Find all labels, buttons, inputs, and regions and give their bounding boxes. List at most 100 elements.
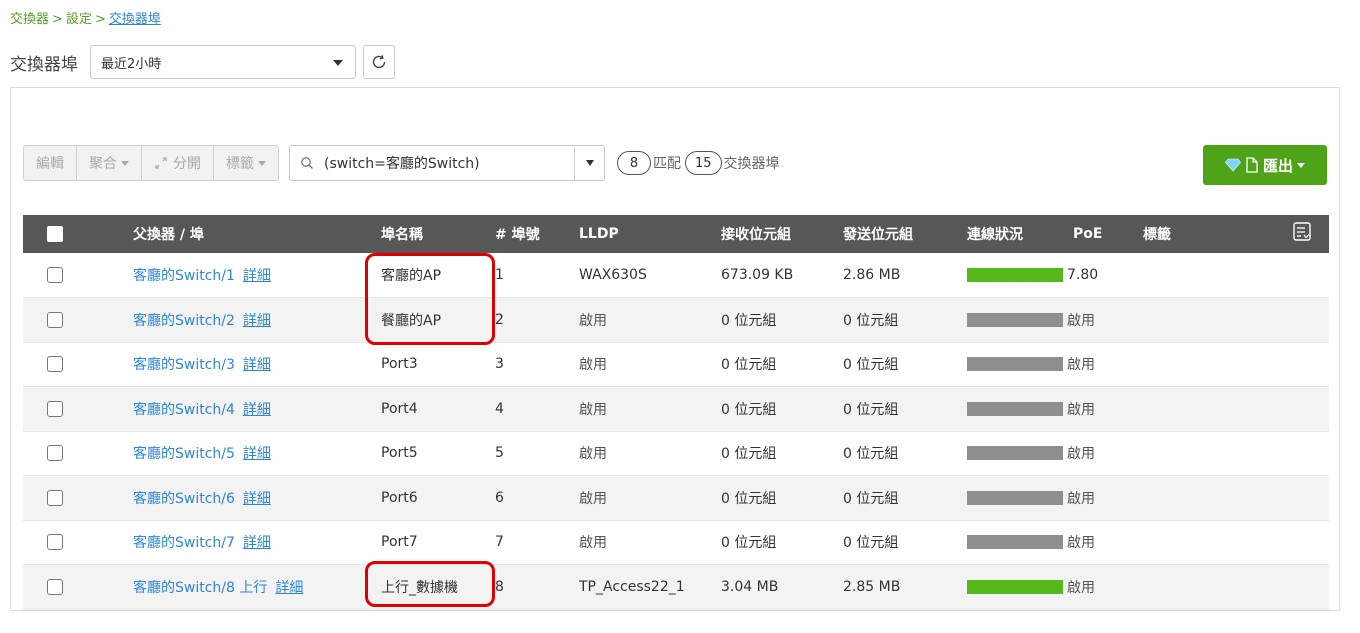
time-range-select[interactable]: 最近2小時 xyxy=(90,45,356,79)
detail-link[interactable]: 詳細 xyxy=(243,357,271,373)
settings-cell xyxy=(1293,298,1329,343)
lldp-cell: 啟用 xyxy=(579,490,607,507)
header-lldp[interactable]: LLDP xyxy=(579,215,721,253)
detail-link[interactable]: 詳細 xyxy=(243,535,271,551)
row-checkbox[interactable] xyxy=(47,311,63,328)
search-input[interactable]: (switch=客廳的Switch) xyxy=(289,145,605,181)
table-row[interactable]: 客廳的Switch/7 詳細 Port7 7 啟用 0 位元組 0 位元組 啟用 xyxy=(23,520,1329,565)
tags-cell xyxy=(1143,431,1293,476)
header-port-name[interactable]: 埠名稱 xyxy=(381,215,495,253)
aggregate-button[interactable]: 聚合 xyxy=(77,146,142,180)
detail-link[interactable]: 詳細 xyxy=(243,268,271,284)
row-checkbox[interactable] xyxy=(47,578,63,595)
rx-bytes-cell: 673.09 KB xyxy=(721,267,794,283)
tx-bytes-cell: 0 位元組 xyxy=(843,312,899,329)
table-row[interactable]: 客廳的Switch/3 詳細 Port3 3 啟用 0 位元組 0 位元組 啟用 xyxy=(23,342,1329,387)
switch-port-link[interactable]: 客廳的Switch/6 xyxy=(133,491,235,507)
rx-bytes-cell: 0 位元組 xyxy=(721,401,777,418)
table-row[interactable]: 客廳的Switch/4 詳細 Port4 4 啟用 0 位元組 0 位元組 啟用 xyxy=(23,386,1329,431)
detail-link[interactable]: 詳細 xyxy=(243,491,271,507)
link-status-bar xyxy=(967,490,1063,505)
switch-port-link[interactable]: 客廳的Switch/8 上行 xyxy=(133,580,267,596)
header-rx-bytes[interactable]: 接收位元組 xyxy=(721,215,843,253)
export-button[interactable]: 匯出 xyxy=(1203,145,1327,185)
tags-cell xyxy=(1143,253,1293,298)
port-name-cell: Port5 xyxy=(381,445,418,462)
link-poe-cell: 啟用 xyxy=(967,476,1143,521)
row-select-cell xyxy=(23,476,133,521)
column-list-icon[interactable] xyxy=(1293,222,1311,242)
port-number-cell: 7 xyxy=(495,534,504,551)
breadcrumb-current[interactable]: 交換器埠 xyxy=(109,12,161,27)
breadcrumb-item-switch[interactable]: 交換器 xyxy=(10,12,49,27)
table-row[interactable]: 客廳的Switch/5 詳細 Port5 5 啟用 0 位元組 0 位元組 啟用 xyxy=(23,431,1329,476)
table-row[interactable]: 客廳的Switch/6 詳細 Port6 6 啟用 0 位元組 0 位元組 啟用 xyxy=(23,475,1329,521)
port-count-label: 交換器埠 xyxy=(723,156,780,172)
poe-value: 啟用 xyxy=(1067,357,1095,374)
tags-button[interactable]: 標籤 xyxy=(214,146,278,180)
link-status-bar xyxy=(967,312,1063,327)
search-dropdown-toggle[interactable] xyxy=(574,146,604,180)
breadcrumb-item-settings[interactable]: 設定 xyxy=(66,12,92,27)
switch-port-link[interactable]: 客廳的Switch/5 xyxy=(133,446,235,462)
row-select-cell xyxy=(23,431,133,476)
lldp-cell: WAX630S xyxy=(579,267,647,283)
link-status-bar xyxy=(967,357,1063,372)
row-checkbox[interactable] xyxy=(47,356,63,373)
table-row[interactable]: 客廳的Switch/2 詳細 餐廳的AP 2 啟用 0 位元組 0 位元組 啟用 xyxy=(23,297,1329,343)
rx-bytes-cell: 0 位元組 xyxy=(721,312,777,329)
poe-value: 啟用 xyxy=(1067,535,1095,552)
header-link-status[interactable]: 連線狀況 xyxy=(967,215,1073,253)
link-status-bar xyxy=(967,535,1063,550)
detail-link[interactable]: 詳細 xyxy=(243,402,271,418)
row-checkbox[interactable] xyxy=(47,445,63,462)
header-tx-bytes[interactable]: 發送位元組 xyxy=(843,215,967,253)
poe-value: 啟用 xyxy=(1067,401,1095,418)
header-poe[interactable]: PoE xyxy=(1073,215,1143,253)
toolbar: 編輯 聚合 分開 標籤 (switch=客廳的Switch) 8 匹配 15 交… xyxy=(23,145,780,181)
row-checkbox[interactable] xyxy=(47,400,63,417)
header-port-number[interactable]: # 埠號 xyxy=(495,215,579,253)
split-button[interactable]: 分開 xyxy=(142,146,214,180)
header-parent[interactable]: 父換器 / 埠 xyxy=(133,215,381,253)
port-number-cell: 6 xyxy=(495,489,504,506)
tags-cell xyxy=(1143,298,1293,343)
link-poe-cell: 7.80 xyxy=(967,253,1143,298)
tx-bytes-cell: 2.86 MB xyxy=(843,267,901,283)
edit-button[interactable]: 編輯 xyxy=(24,146,77,180)
parent-cell: 客廳的Switch/3 詳細 xyxy=(133,342,381,387)
parent-cell: 客廳的Switch/5 詳細 xyxy=(133,431,381,476)
detail-link[interactable]: 詳細 xyxy=(243,313,271,329)
switch-port-link[interactable]: 客廳的Switch/4 xyxy=(133,402,235,418)
switch-port-link[interactable]: 客廳的Switch/2 xyxy=(133,313,235,329)
detail-link[interactable]: 詳細 xyxy=(275,580,303,596)
refresh-button[interactable] xyxy=(363,45,395,79)
row-checkbox[interactable] xyxy=(47,534,63,551)
header-select-all[interactable] xyxy=(23,215,133,253)
chevron-down-icon xyxy=(333,60,343,66)
lldp-cell: 啟用 xyxy=(579,357,607,374)
link-status-bar xyxy=(967,579,1063,594)
match-count-badge: 8 xyxy=(617,151,651,175)
parent-cell: 客廳的Switch/2 詳細 xyxy=(133,298,381,343)
switch-port-link[interactable]: 客廳的Switch/7 xyxy=(133,535,235,551)
table-row[interactable]: 客廳的Switch/8 上行 詳細 上行_數據機 8 TP_Access22_1 … xyxy=(23,564,1329,610)
select-all-checkbox[interactable] xyxy=(47,226,63,242)
detail-link[interactable]: 詳細 xyxy=(243,446,271,462)
port-name-cell: Port6 xyxy=(381,489,418,506)
diamond-icon xyxy=(1225,158,1241,172)
switch-port-link[interactable]: 客廳的Switch/1 xyxy=(133,268,235,284)
row-checkbox[interactable] xyxy=(47,489,63,506)
table-body: 客廳的Switch/1 詳細 客廳的AP 1 WAX630S 673.09 KB … xyxy=(23,253,1329,609)
link-poe-cell: 啟用 xyxy=(967,520,1143,565)
header-column-settings[interactable] xyxy=(1293,215,1329,253)
poe-value: 啟用 xyxy=(1067,490,1095,507)
edit-label: 編輯 xyxy=(36,156,64,172)
tx-bytes-cell: 2.85 MB xyxy=(843,578,901,595)
header-tags[interactable]: 標籤 xyxy=(1143,215,1293,253)
table-row[interactable]: 客廳的Switch/1 詳細 客廳的AP 1 WAX630S 673.09 KB … xyxy=(23,253,1329,298)
switch-port-link[interactable]: 客廳的Switch/3 xyxy=(133,357,235,373)
tags-cell xyxy=(1143,565,1293,610)
settings-cell xyxy=(1293,342,1329,387)
row-checkbox[interactable] xyxy=(47,267,63,283)
